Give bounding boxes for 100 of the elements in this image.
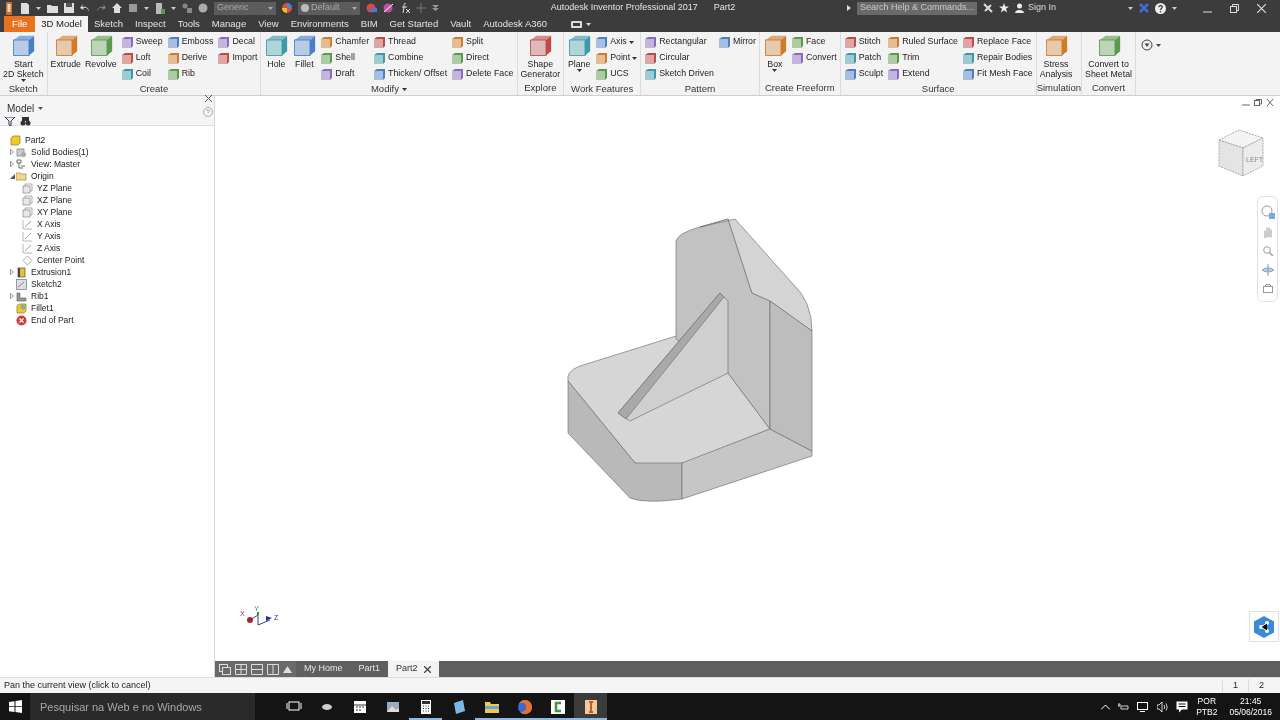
tree-item[interactable]: Center Point: [37, 253, 85, 267]
tree-item[interactable]: Y Axis: [37, 229, 61, 243]
ribbon-button[interactable]: Plane: [566, 34, 593, 82]
ribbon-tab[interactable]: View: [252, 16, 285, 32]
ribbon-tab[interactable]: Autodesk A360: [477, 16, 554, 32]
share-button[interactable]: [1249, 611, 1279, 642]
ribbon-button[interactable]: Ruled Surface: [886, 34, 959, 50]
ribbon-button[interactable]: Convert: [789, 50, 838, 66]
ribbon-button[interactable]: Import: [216, 50, 259, 66]
ribbon-button[interactable]: Chamfer: [319, 34, 371, 50]
expand-icon[interactable]: [847, 5, 851, 11]
panel-toggle-icon[interactable]: [571, 20, 583, 28]
sign-in-button[interactable]: Sign In: [1015, 1, 1056, 15]
ribbon-button[interactable]: Shape Generator: [519, 34, 562, 81]
sphere-icon[interactable]: [198, 3, 208, 13]
ribbon-button[interactable]: Extend: [886, 66, 959, 82]
ribbon-tab[interactable]: Manage: [205, 16, 253, 32]
view-icon[interactable]: [1262, 284, 1273, 293]
clock-time[interactable]: 21:45: [1229, 695, 1272, 707]
taskbar-search-field[interactable]: Pesquisar na Web e no Windows: [30, 693, 255, 720]
ribbon-button[interactable]: Hole: [263, 34, 290, 82]
ribbon-button[interactable]: Replace Face: [960, 34, 1034, 50]
tree-item[interactable]: Fillet1: [31, 301, 54, 315]
browser-title[interactable]: Model: [7, 101, 35, 116]
tree-item[interactable]: Origin: [31, 169, 54, 183]
ribbon-button[interactable]: Trim: [886, 50, 959, 66]
appearance-icon[interactable]: [282, 3, 292, 13]
tree-item[interactable]: Part2: [25, 133, 46, 147]
close-icon[interactable]: [423, 665, 431, 673]
ribbon-button[interactable]: Thread: [372, 34, 449, 50]
measure-icon[interactable]: [155, 2, 165, 14]
orbit-icon[interactable]: [1261, 264, 1274, 276]
ribbon-button[interactable]: Fillet: [291, 34, 318, 82]
redo-icon[interactable]: [96, 4, 106, 12]
save-icon[interactable]: [64, 3, 74, 13]
tree-item[interactable]: Sketch2: [31, 277, 62, 291]
ribbon-tab[interactable]: Tools: [171, 16, 206, 32]
ribbon-button[interactable]: Stitch: [842, 34, 885, 50]
filter-icon[interactable]: [5, 117, 15, 126]
ribbon-tab[interactable]: Environments: [284, 16, 355, 32]
ribbon-button[interactable]: Direct: [450, 50, 515, 66]
close-icon[interactable]: [205, 95, 212, 102]
document-tab[interactable]: Part1: [350, 661, 389, 677]
ribbon-tab[interactable]: 3D Model: [35, 16, 88, 32]
tile-icon[interactable]: [235, 663, 247, 675]
ribbon-button[interactable]: Emboss: [165, 34, 215, 50]
ribbon-button[interactable]: Combine: [372, 50, 449, 66]
ribbon-button[interactable]: Patch: [842, 50, 885, 66]
taskbar-app-button[interactable]: [574, 693, 607, 720]
zoom-icon[interactable]: [1262, 246, 1273, 256]
ribbon-button[interactable]: Fit Mesh Face: [960, 66, 1034, 82]
clear-appearance-icon[interactable]: [383, 3, 394, 13]
chevron-up-icon[interactable]: [1101, 703, 1111, 710]
ribbon-button[interactable]: Extrude: [49, 34, 82, 82]
restore-icon[interactable]: [1230, 3, 1239, 13]
tree-item[interactable]: YZ Plane: [37, 181, 72, 195]
ribbon-button[interactable]: Repair Bodies: [960, 50, 1034, 66]
function-icon[interactable]: [400, 3, 410, 13]
ribbon-button[interactable]: Shell: [319, 50, 371, 66]
ribbon-button[interactable]: Delete Face: [450, 66, 515, 82]
ribbon-button[interactable]: Sketch Driven: [643, 66, 715, 82]
clock-date[interactable]: 05/06/2016: [1229, 706, 1272, 718]
ribbon-button[interactable]: Sculpt: [842, 66, 885, 82]
ribbon-button[interactable]: Draft: [319, 66, 371, 82]
ribbon-button[interactable]: Axis: [594, 34, 639, 50]
ribbon-tab[interactable]: Inspect: [129, 16, 172, 32]
collapse-icon[interactable]: [9, 173, 15, 179]
ribbon-button[interactable]: Rectangular: [643, 34, 715, 50]
ribbon-button[interactable]: Start 2D Sketch: [2, 34, 45, 82]
find-icon[interactable]: [20, 117, 31, 126]
ribbon-tab[interactable]: BIM: [354, 16, 384, 32]
document-tab[interactable]: Part2: [388, 661, 439, 677]
ribbon-button[interactable]: Convert to Sheet Metal: [1084, 34, 1133, 81]
tile-horizontal-icon[interactable]: [251, 663, 263, 675]
windows-start-icon[interactable]: [8, 700, 22, 713]
tree-item[interactable]: Z Axis: [37, 241, 61, 255]
ribbon-tab[interactable]: Get Started: [383, 16, 445, 32]
tree-item[interactable]: Rib1: [31, 289, 49, 303]
dropdown-icon[interactable]: [432, 5, 439, 11]
open-folder-icon[interactable]: [47, 3, 58, 13]
home-icon[interactable]: [112, 3, 122, 13]
ribbon-button[interactable]: Circular: [643, 50, 715, 66]
language-indicator[interactable]: POR: [1196, 695, 1218, 707]
ribbon-button[interactable]: Decal: [216, 34, 259, 50]
ribbon-button[interactable]: Revolve: [83, 34, 118, 82]
tree-item[interactable]: Solid Bodies(1): [31, 145, 89, 159]
up-arrow-icon[interactable]: [283, 665, 292, 673]
dropdown-icon[interactable]: [1140, 38, 1162, 53]
ribbon-button[interactable]: Rib: [165, 66, 215, 82]
ribbon-tab[interactable]: Sketch: [88, 16, 130, 32]
tree-item[interactable]: X Axis: [37, 217, 61, 231]
tree-item[interactable]: View: Master: [31, 157, 80, 171]
volume-icon[interactable]: [1157, 701, 1169, 712]
new-file-icon[interactable]: [20, 2, 30, 14]
ribbon-button[interactable]: Coil: [119, 66, 164, 82]
app-logo-icon[interactable]: [4, 1, 14, 15]
ribbon-button[interactable]: Box: [761, 34, 788, 81]
notifications-icon[interactable]: [1176, 700, 1189, 713]
tree-item[interactable]: XY Plane: [37, 205, 73, 219]
ribbon-button[interactable]: UCS: [594, 66, 639, 82]
